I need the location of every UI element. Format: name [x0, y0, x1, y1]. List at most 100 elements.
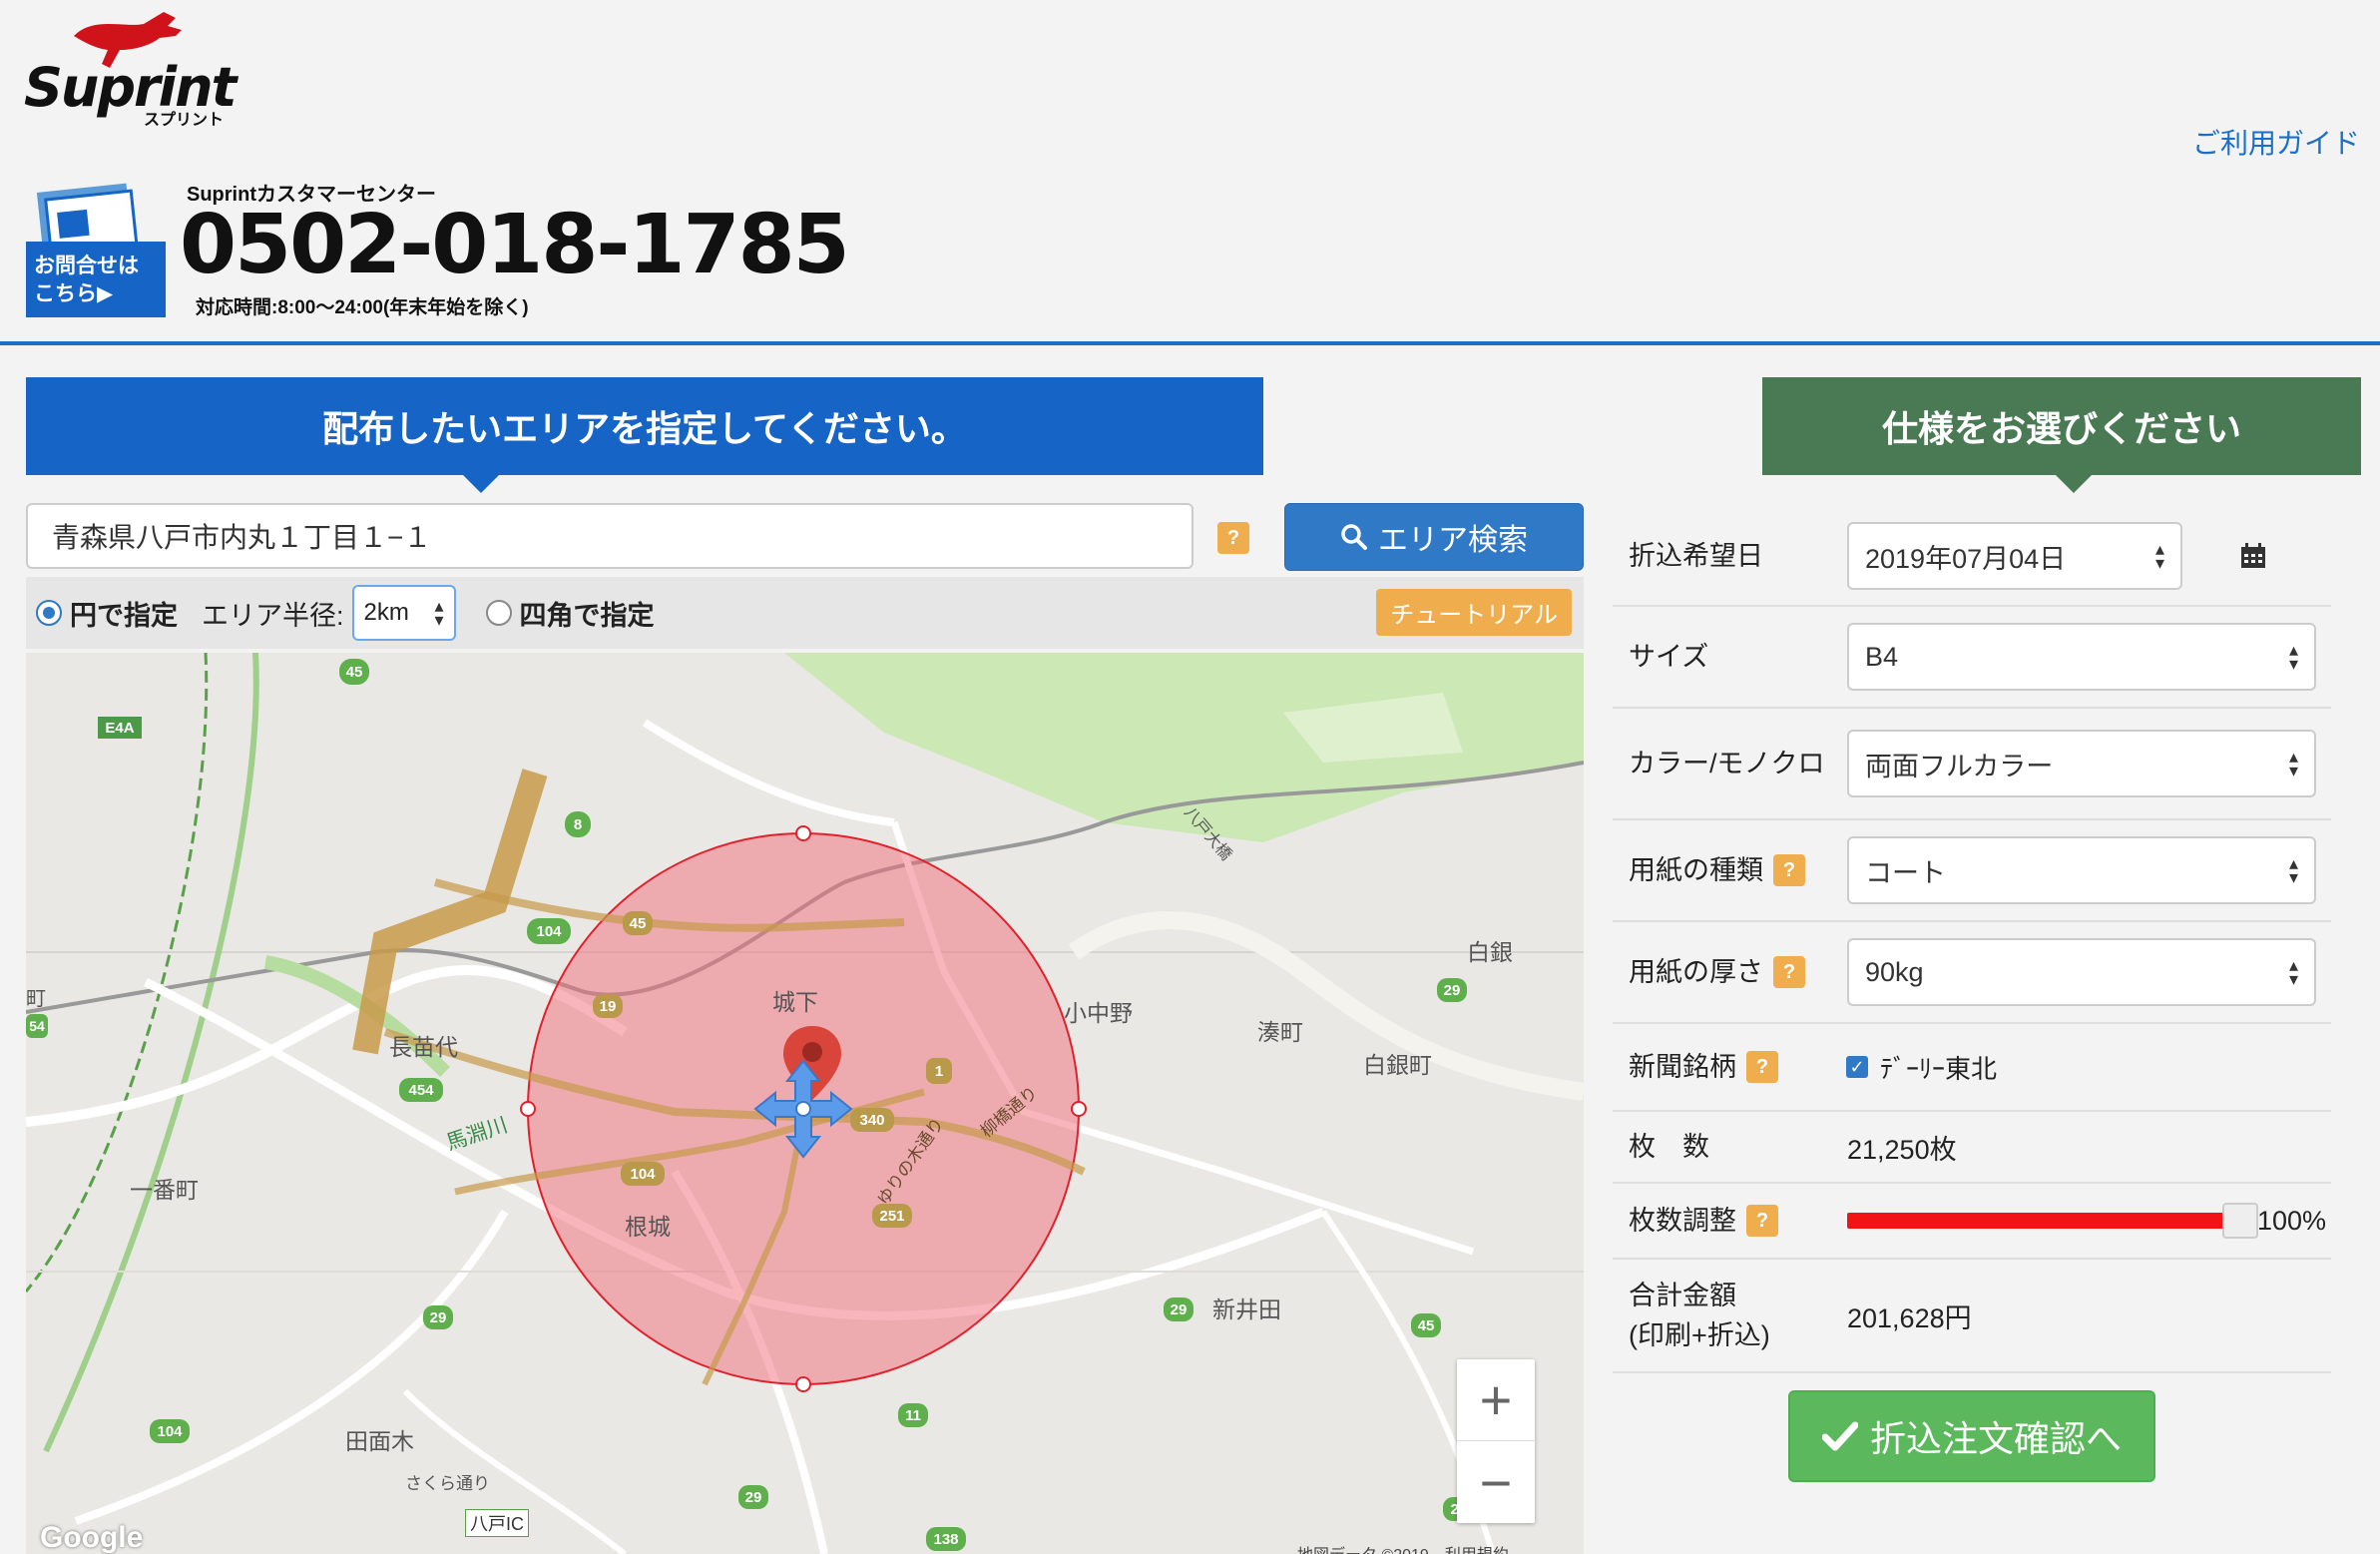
rect-mode-option[interactable]: 四角で指定 [485, 594, 655, 633]
search-icon [1341, 524, 1367, 550]
select-arrows-icon: ▴ ▾ [2288, 747, 2298, 780]
map-label: 湊町 [1257, 1019, 1303, 1045]
area-search-button[interactable]: エリア検索 [1284, 503, 1584, 571]
logo-kana: スプリント [144, 112, 225, 129]
route-shield: 29 [1164, 1297, 1193, 1321]
confirm-order-label: 折込注文確認へ [1869, 1418, 2122, 1459]
contact-badge[interactable]: お問合せは こちら▶ [26, 180, 166, 317]
newspaper-value: ﾃﾞｰﾘｰ東北 [1880, 1053, 1998, 1084]
newspaper-option[interactable]: ✓ ﾃﾞｰﾘｰ東北 [1846, 1049, 1997, 1086]
map-label: 新井田 [1212, 1296, 1281, 1322]
radius-select[interactable]: 2km ▴ ▾ [351, 585, 456, 641]
circle-handle-bottom [795, 1376, 811, 1392]
spec-row-newspaper: 新聞銘柄 ? ✓ ﾃﾞｰﾘｰ東北 [1613, 1024, 2331, 1112]
tutorial-button[interactable]: チュートリアル [1376, 589, 1572, 636]
spec-row-total: 合計金額 (印刷+折込) 201,628円 [1613, 1260, 2331, 1373]
paper-weight-help-icon[interactable]: ? [1773, 956, 1805, 988]
paper-type-help-icon[interactable]: ? [1773, 854, 1805, 886]
rect-mode-label: 四角で指定 [519, 600, 655, 631]
select-arrows-icon: ▴ ▾ [2154, 539, 2164, 573]
count-adjust-help-icon[interactable]: ? [1746, 1205, 1778, 1237]
paper-weight-label: 用紙の厚さ [1629, 957, 1763, 987]
date-value: 2019年07月04日 [1865, 543, 2067, 574]
spec-banner: 仕様をお選びください [1762, 377, 2361, 493]
size-value: B4 [1865, 641, 1899, 672]
area-banner: 配布したいエリアを指定してください。 [26, 377, 1263, 493]
map-label: 城下 [772, 989, 818, 1015]
route-shield: 19 [593, 994, 623, 1018]
spec-row-count: 枚 数 21,250枚 [1613, 1112, 2331, 1184]
map-label: 根城 [625, 1214, 671, 1240]
circle-mode-radio[interactable] [36, 600, 62, 626]
suprint-logo[interactable]: Suprint スプリント [24, 6, 237, 129]
map-canvas[interactable] [26, 653, 1584, 1554]
google-logo[interactable]: Google [40, 1521, 143, 1554]
spec-label: カラー/モノクロ [1629, 749, 1825, 778]
phone-number: 0502-018-1785 [180, 198, 850, 292]
newspaper-help-icon[interactable]: ? [1746, 1051, 1778, 1083]
select-arrows-icon: ▴ ▾ [434, 596, 444, 630]
spec-label: 合計金額 (印刷+折込) [1629, 1276, 1770, 1355]
map-label: 白銀 [1467, 939, 1513, 965]
spec-row-color: カラー/モノクロ 両面フルカラー ▴ ▾ [1613, 709, 2331, 820]
paper-weight-value: 90kg [1865, 956, 1924, 987]
map-label: 町 [26, 988, 46, 1010]
color-select[interactable]: 両面フルカラー ▴ ▾ [1847, 730, 2316, 797]
route-shield: 138 [926, 1527, 966, 1551]
newspaper-checkbox[interactable]: ✓ [1846, 1056, 1868, 1078]
route-shield: 45 [339, 659, 369, 685]
total-label: 合計金額 [1629, 1281, 1736, 1310]
route-shield: 340 [850, 1108, 894, 1132]
total-sublabel: (印刷+折込) [1629, 1320, 1770, 1350]
route-shield: 29 [738, 1485, 768, 1509]
user-guide-link[interactable]: ご利用ガイド [2192, 122, 2360, 162]
spec-label: 折込希望日 [1629, 541, 1763, 571]
radius-label: エリア半径: [202, 600, 344, 631]
count-adjust-label: 枚数調整 [1629, 1206, 1736, 1236]
spec-label: 枚 数 [1629, 1132, 1709, 1162]
address-help-icon[interactable]: ? [1217, 522, 1249, 554]
paper-type-value: コート [1865, 857, 1946, 888]
circle-mode-option[interactable]: 円で指定 [36, 594, 178, 633]
spec-label: サイズ [1629, 642, 1709, 672]
map-credit[interactable]: 地図データ ©2019 利用規約 [1297, 1541, 1509, 1554]
spec-row-count-adjust: 枚数調整 ? 100% [1613, 1184, 2331, 1260]
paper-weight-select[interactable]: 90kg ▴ ▾ [1847, 938, 2316, 1006]
route-shield: 45 [1411, 1313, 1441, 1337]
move-handle-icon[interactable] [753, 1059, 853, 1159]
size-select[interactable]: B4 ▴ ▾ [1847, 623, 2316, 691]
route-shield: 11 [898, 1403, 928, 1427]
circle-mode-label: 円で指定 [70, 600, 178, 631]
map-label: 一番町 [130, 1177, 199, 1203]
zoom-out-button[interactable]: − [1457, 1441, 1535, 1523]
paper-type-select[interactable]: コート ▴ ▾ [1847, 836, 2316, 904]
area-option-bar: 円で指定 エリア半径: 2km ▴ ▾ 四角で指定 チュートリアル [26, 577, 1584, 649]
map-label: 長苗代 [389, 1034, 458, 1060]
date-select[interactable]: 2019年07月04日 ▴ ▾ [1847, 522, 2182, 590]
address-input[interactable] [26, 503, 1193, 569]
area-search-label: エリア検索 [1378, 524, 1528, 557]
route-shield: 45 [623, 911, 653, 935]
spec-label: 用紙の種類 ? [1629, 850, 1805, 890]
map-label: さくら通り [405, 1474, 490, 1493]
spec-label: 枚数調整 ? [1629, 1201, 1778, 1241]
check-icon [1821, 1421, 1858, 1451]
count-slider-thumb[interactable] [2222, 1203, 2258, 1239]
route-shield: 104 [621, 1162, 665, 1186]
spec-row-date: 折込希望日 2019年07月04日 ▴ ▾ [1613, 507, 2331, 607]
route-shield: 251 [872, 1204, 912, 1228]
select-arrows-icon: ▴ ▾ [2288, 853, 2298, 887]
route-shield: 104 [527, 918, 571, 944]
count-adjust-value: 100% [2257, 1205, 2327, 1236]
count-slider-fill[interactable] [1847, 1213, 2240, 1229]
zoom-in-button[interactable]: + [1457, 1359, 1535, 1441]
radius-value: 2km [363, 599, 409, 626]
route-shield: E4A [98, 717, 142, 739]
contact-badge-line1: お問合せは [34, 255, 139, 277]
total-value: 201,628円 [1847, 1302, 1972, 1333]
newspaper-label: 新聞銘柄 [1629, 1052, 1736, 1082]
spec-label: 用紙の厚さ ? [1629, 952, 1805, 992]
calendar-icon[interactable] [2239, 542, 2267, 570]
confirm-order-button[interactable]: 折込注文確認へ [1788, 1390, 2155, 1482]
rect-mode-radio[interactable] [485, 600, 512, 626]
